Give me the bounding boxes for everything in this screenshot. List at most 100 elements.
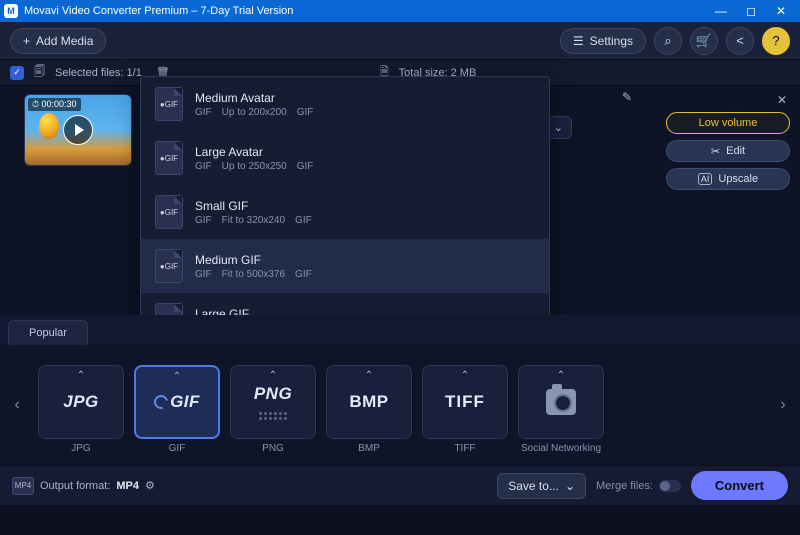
- actions-column: ✕ Low volume ✂ Edit AI Upscale: [666, 92, 790, 190]
- format-label: TIFF: [454, 443, 475, 454]
- minimize-button[interactable]: —: [706, 4, 736, 18]
- preset-meta: GIFFit to 500x376GIF: [195, 269, 322, 280]
- share-icon: <: [736, 33, 744, 48]
- close-button[interactable]: ✕: [766, 4, 796, 18]
- format-label: BMP: [358, 443, 380, 454]
- video-thumbnail[interactable]: ✓ ⏱ 00:00:30: [24, 94, 132, 166]
- gif-file-icon: ●GIF: [155, 249, 183, 283]
- help-icon: ?: [772, 33, 779, 48]
- save-to-button[interactable]: Save to... ⌄: [497, 473, 586, 499]
- preset-title: Small GIF: [195, 199, 322, 213]
- plus-icon: +: [23, 34, 30, 48]
- cart-button[interactable]: 🛒: [690, 27, 718, 55]
- gif-icon: GIF: [154, 392, 200, 412]
- chevron-up-icon: ⌃: [461, 370, 469, 381]
- low-volume-button[interactable]: Low volume: [666, 112, 790, 134]
- chevron-down-icon: ⌄: [565, 479, 575, 493]
- format-code: TIFF: [445, 392, 485, 412]
- format-jpg[interactable]: ⌃ JPG JPG: [38, 365, 124, 454]
- scissors-icon: ✂: [711, 145, 720, 158]
- cart-icon: 🛒: [696, 33, 712, 49]
- settings-button[interactable]: ☰ Settings: [560, 28, 646, 54]
- gear-icon[interactable]: ⚙: [145, 479, 155, 492]
- preset-meta: GIFFit to 320x240GIF: [195, 215, 322, 226]
- sliders-icon: ☰: [573, 34, 584, 48]
- preset-title: Medium Avatar: [195, 91, 323, 105]
- share-button[interactable]: <: [726, 27, 754, 55]
- convert-button[interactable]: Convert: [691, 471, 788, 500]
- settings-label: Settings: [590, 34, 633, 48]
- merge-files-toggle[interactable]: Merge files:: [596, 480, 681, 492]
- add-media-button[interactable]: + Add Media: [10, 28, 106, 54]
- thumbnail-art: [39, 113, 59, 139]
- content-area: ✓ ⏱ 00:00:30 s file (2 MB) ⌄ ✎ ✕ Low vol…: [0, 86, 800, 345]
- format-label: GIF: [169, 443, 186, 454]
- search-button[interactable]: ⌕: [654, 27, 682, 55]
- format-label: PNG: [262, 443, 284, 454]
- chevron-up-icon: ⌃: [77, 370, 85, 381]
- maximize-button[interactable]: ◻: [736, 4, 766, 18]
- output-format: MP4 Output format: MP4 ⚙: [12, 477, 155, 495]
- window-title: Movavi Video Converter Premium – 7-Day T…: [24, 5, 706, 17]
- format-code: BMP: [349, 392, 388, 412]
- format-png[interactable]: ⌃ PNG PNG: [230, 365, 316, 454]
- merge-label: Merge files:: [596, 480, 653, 492]
- save-to-label: Save to...: [508, 479, 559, 493]
- camera-icon: [546, 389, 576, 415]
- format-social[interactable]: ⌃ Social Networking: [518, 365, 604, 454]
- tab-popular[interactable]: Popular: [8, 320, 88, 345]
- gif-file-icon: ●GIF: [155, 87, 183, 121]
- preset-meta: GIFUp to 250x250GIF: [195, 161, 323, 172]
- help-button[interactable]: ?: [762, 27, 790, 55]
- upscale-button[interactable]: AI Upscale: [666, 168, 790, 190]
- bottom-bar: MP4 Output format: MP4 ⚙ Save to... ⌄ Me…: [0, 465, 800, 505]
- play-icon[interactable]: [63, 115, 93, 145]
- png-dots-icon: [259, 412, 287, 420]
- titlebar: M Movavi Video Converter Premium – 7-Day…: [0, 0, 800, 22]
- app-logo: M: [4, 4, 18, 18]
- format-bmp[interactable]: ⌃ BMP BMP: [326, 365, 412, 454]
- selected-files-label: Selected files: 1/1: [55, 67, 142, 79]
- format-strip: ‹ ⌃ JPG JPG ⌃ GIF GIF ⌃ PNG PNG ⌃ BMP BMP ⌃ T…: [0, 345, 800, 465]
- preset-medium-avatar[interactable]: ●GIF Medium Avatar GIFUp to 200x200GIF: [141, 77, 549, 131]
- gif-file-icon: ●GIF: [155, 141, 183, 175]
- chevron-up-icon: ⌃: [269, 370, 277, 381]
- preset-title: Medium GIF: [195, 253, 322, 267]
- clip-duration: ⏱ 00:00:30: [28, 98, 81, 111]
- main-toolbar: + Add Media ☰ Settings ⌕ 🛒 < ?: [0, 22, 800, 60]
- output-format-label: Output format:: [40, 480, 110, 492]
- remove-clip-icon[interactable]: ✕: [774, 92, 790, 108]
- preset-popup: ●GIF Medium Avatar GIFUp to 200x200GIF ●G…: [140, 76, 550, 348]
- toggle-icon: [659, 480, 681, 492]
- files-icon: 🗐: [34, 63, 45, 82]
- add-media-label: Add Media: [36, 34, 93, 48]
- chevron-down-icon: ⌄: [554, 121, 563, 134]
- preset-meta: GIFUp to 200x200GIF: [195, 107, 323, 118]
- edit-button[interactable]: ✂ Edit: [666, 140, 790, 162]
- preset-title: Large Avatar: [195, 145, 323, 159]
- format-code: JPG: [63, 392, 99, 412]
- clip-checkbox[interactable]: ✓: [24, 123, 25, 137]
- chevron-up-icon: ⌃: [557, 370, 565, 381]
- scroll-right-button[interactable]: ›: [772, 396, 794, 414]
- select-all-checkbox[interactable]: ✓: [10, 66, 24, 80]
- format-tiff[interactable]: ⌃ TIFF TIFF: [422, 365, 508, 454]
- format-code: PNG: [254, 384, 292, 404]
- ai-icon: AI: [698, 173, 713, 185]
- mp4-badge-icon: MP4: [12, 477, 34, 495]
- edit-name-icon[interactable]: ✎: [622, 90, 632, 104]
- scroll-left-button[interactable]: ‹: [6, 396, 28, 414]
- format-label: JPG: [71, 443, 90, 454]
- preset-small-gif[interactable]: ●GIF Small GIFGIFFit to 320x240GIF: [141, 185, 549, 239]
- format-gif[interactable]: ⌃ GIF GIF: [134, 365, 220, 454]
- output-format-value: MP4: [116, 480, 139, 492]
- chevron-up-icon: ⌃: [365, 370, 373, 381]
- preset-large-avatar[interactable]: ●GIF Large Avatar GIFUp to 250x250GIF: [141, 131, 549, 185]
- low-volume-label: Low volume: [699, 117, 758, 129]
- category-tabs: Popular: [0, 315, 800, 345]
- chevron-up-icon: ⌃: [173, 371, 181, 382]
- key-icon: ⌕: [664, 33, 671, 49]
- preset-medium-gif[interactable]: ●GIF Medium GIF GIFFit to 500x376GIF: [141, 239, 549, 293]
- edit-label: Edit: [726, 145, 745, 157]
- upscale-label: Upscale: [718, 173, 758, 185]
